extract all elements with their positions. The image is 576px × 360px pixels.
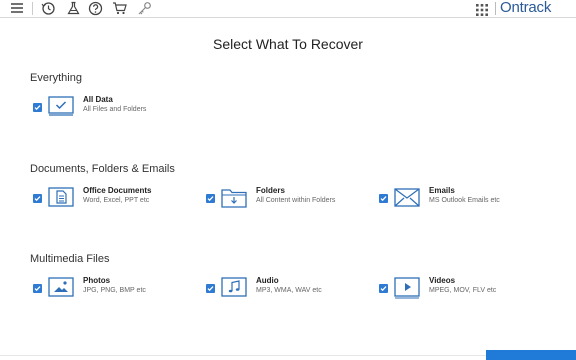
menu-icon[interactable]: [10, 1, 26, 15]
folders-checkbox[interactable]: [206, 194, 215, 203]
key-icon[interactable]: [137, 1, 153, 15]
videos-description: MPEG, MOV, FLV etc: [429, 287, 497, 294]
emails-label: Emails: [429, 186, 455, 195]
audio-description: MP3, WMA, WAV etc: [256, 287, 322, 294]
history-icon[interactable]: [41, 1, 57, 15]
cart-icon[interactable]: [112, 1, 128, 15]
office-documents-checkbox[interactable]: [33, 194, 42, 203]
photos-label: Photos: [83, 276, 111, 285]
audio-checkbox[interactable]: [206, 284, 215, 293]
photo-icon: [48, 277, 74, 304]
section-title-multimedia: Multimedia Files: [30, 253, 110, 265]
emails-description: MS Outlook Emails etc: [429, 197, 500, 204]
folder-icon: [221, 187, 247, 214]
option-emails[interactable]: Emails MS Outlook Emails etc: [379, 186, 539, 217]
folders-description: All Content within Folders: [256, 197, 336, 204]
audio-label: Audio: [256, 276, 279, 285]
office-documents-label: Office Documents: [83, 186, 152, 195]
video-play-icon: [394, 277, 420, 304]
music-note-icon: [221, 277, 247, 304]
all-data-checkbox[interactable]: [33, 103, 42, 112]
photos-checkbox[interactable]: [33, 284, 42, 293]
toolbar: Ontrack: [0, 0, 576, 18]
brand-divider: [495, 2, 496, 15]
option-audio[interactable]: Audio MP3, WMA, WAV etc: [206, 276, 366, 307]
option-folders[interactable]: Folders All Content within Folders: [206, 186, 366, 217]
brand-logo: Ontrack: [500, 0, 552, 16]
checkmark-square-icon: [48, 96, 74, 121]
emails-checkbox[interactable]: [379, 194, 388, 203]
folders-label: Folders: [256, 186, 285, 195]
videos-label: Videos: [429, 276, 456, 285]
option-office-documents[interactable]: Office Documents Word, Excel, PPT etc: [33, 186, 193, 217]
option-all-data[interactable]: All Data All Files and Folders: [33, 95, 233, 126]
document-icon: [48, 187, 74, 214]
all-data-description: All Files and Folders: [83, 106, 147, 113]
section-title-documents: Documents, Folders & Emails: [30, 163, 175, 175]
email-icon: [394, 187, 420, 214]
photos-description: JPG, PNG, BMP etc: [83, 287, 146, 294]
office-documents-description: Word, Excel, PPT etc: [83, 197, 150, 204]
page-title: Select What To Recover: [213, 36, 363, 52]
scan-button[interactable]: [486, 350, 576, 360]
videos-checkbox[interactable]: [379, 284, 388, 293]
apps-grid-icon[interactable]: [476, 3, 488, 16]
all-data-label: All Data: [83, 95, 113, 104]
option-photos[interactable]: Photos JPG, PNG, BMP etc: [33, 276, 193, 307]
option-videos[interactable]: Videos MPEG, MOV, FLV etc: [379, 276, 539, 307]
toolbar-divider: [32, 2, 33, 15]
flask-icon[interactable]: [66, 1, 82, 15]
help-icon[interactable]: [88, 1, 104, 16]
section-title-everything: Everything: [30, 72, 82, 84]
